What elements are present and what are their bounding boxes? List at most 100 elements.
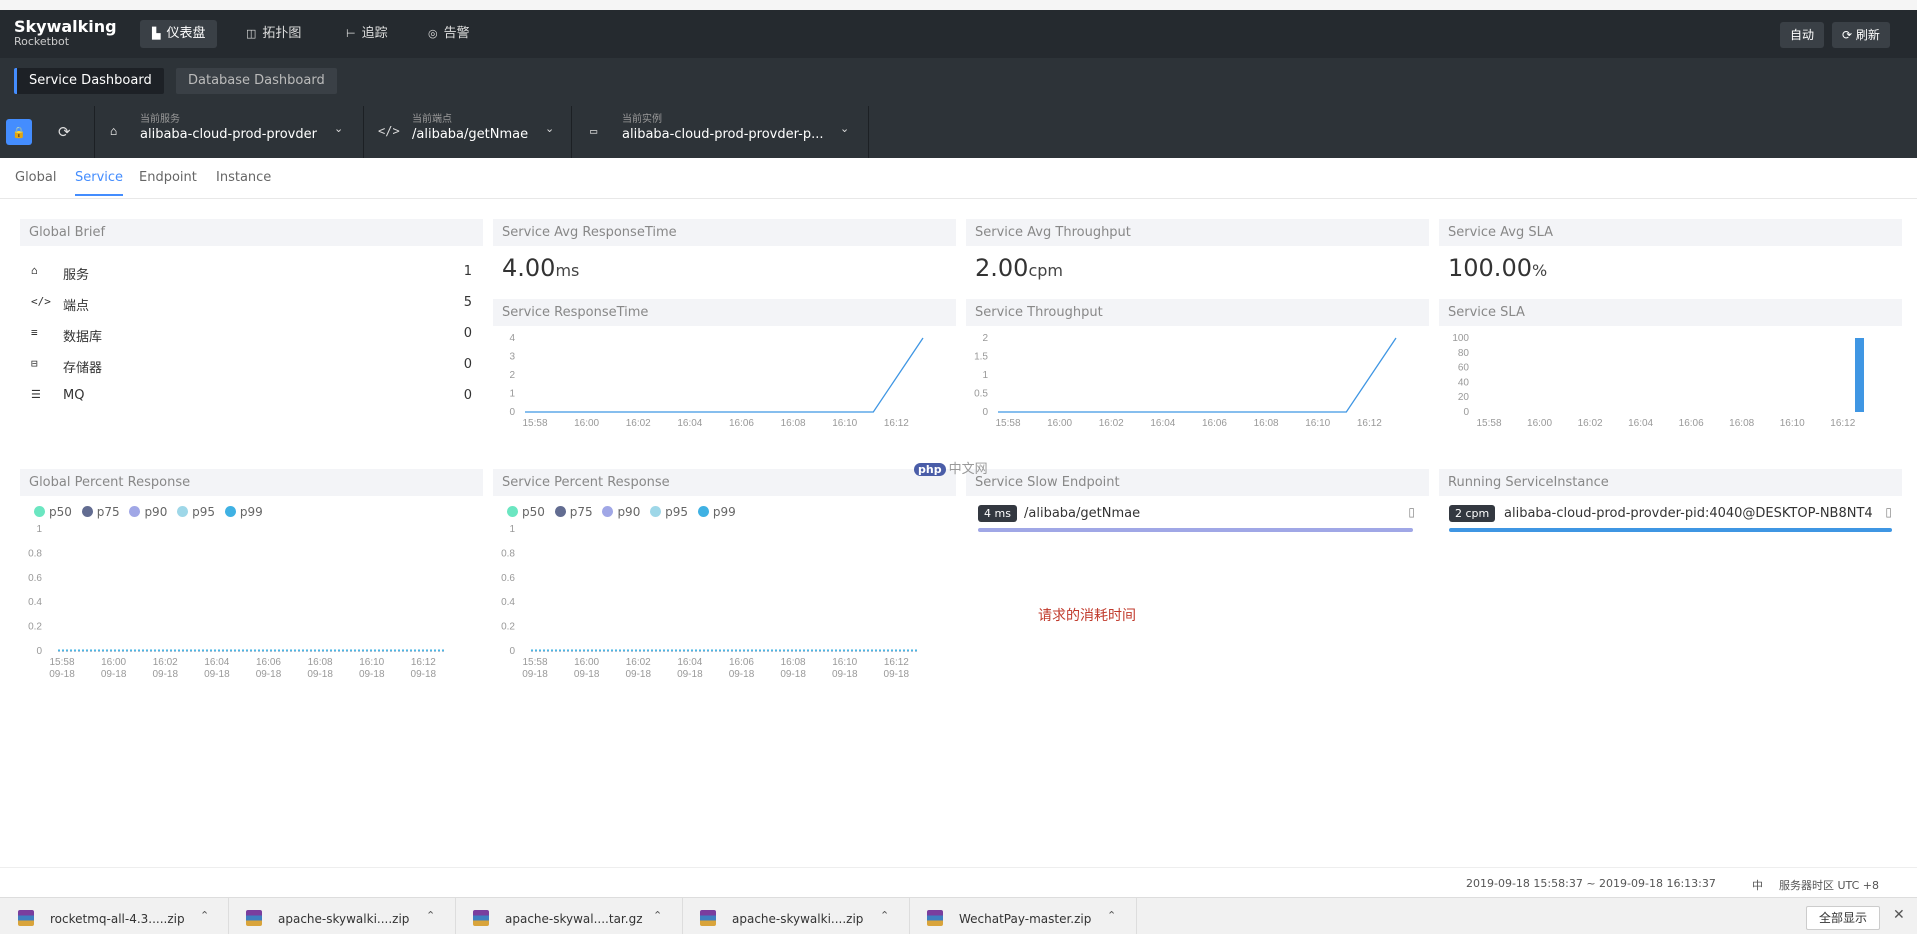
global-brief-card: Global Brief ⌂ 服务 1 </> 端点 5 ≡ 数据库 0 ⊟ 存…: [20, 219, 483, 419]
chevron-down-icon[interactable]: ⌄: [334, 122, 343, 135]
legend-dot: [602, 506, 614, 517]
avg-number: 4.00: [502, 254, 556, 282]
y-tick-label: 20: [1458, 392, 1470, 403]
legend-label: p99: [712, 505, 736, 519]
avg-value: 4.00ms: [493, 246, 956, 282]
logo[interactable]: Skywalking Rocketbot: [14, 19, 117, 49]
download-item[interactable]: apache-skywal....tar.gz ⌃: [455, 898, 683, 934]
show-all-button[interactable]: 全部显示: [1806, 906, 1881, 930]
legend-item[interactable]: p99: [697, 505, 736, 519]
chevron-up-icon[interactable]: ⌃: [426, 909, 435, 922]
brief-label: MQ: [63, 388, 85, 403]
download-item[interactable]: apache-skywalki....zip ⌃: [682, 898, 910, 934]
legend-item[interactable]: p75: [81, 505, 120, 519]
card-title: Service Throughput: [966, 299, 1429, 326]
service-selector-label: 当前服务: [140, 114, 180, 125]
x-tick-time: 16:08: [308, 657, 333, 668]
x-tick-time: 16:00: [101, 657, 126, 668]
card-title: Service Avg ResponseTime: [493, 219, 956, 246]
reload-icon[interactable]: ⟳: [58, 119, 71, 145]
avg-value: 100.00%: [1439, 246, 1902, 282]
y-tick-label: 0: [509, 646, 515, 657]
x-tick-time: 16:06: [729, 418, 754, 429]
tab-global[interactable]: Global: [15, 170, 56, 194]
legend-item[interactable]: p90: [602, 505, 640, 519]
chevron-up-icon[interactable]: ⌃: [200, 909, 209, 922]
x-tick-time: 16:02: [153, 657, 178, 668]
nav-alarm[interactable]: ◎ 告警: [416, 20, 482, 48]
x-tick-time: 16:00: [1527, 418, 1552, 429]
avg-number: 100.00: [1448, 254, 1532, 282]
download-filename: apache-skywal....tar.gz: [505, 912, 643, 926]
alarm-icon: ◎: [428, 27, 438, 40]
endpoint-selector-value: /alibaba/getNmae: [412, 127, 529, 142]
legend-item[interactable]: p50: [34, 505, 72, 519]
y-tick-label: 0: [509, 407, 515, 418]
refresh-button[interactable]: ⟳ 刷新: [1832, 22, 1890, 48]
card-title: Service Avg Throughput: [966, 219, 1429, 246]
latency-badge: 4 ms: [978, 505, 1017, 522]
service-selector[interactable]: 当前服务 alibaba-cloud-prod-provder: [140, 114, 317, 144]
nav-topology[interactable]: ◫ 拓扑图: [234, 20, 313, 48]
language-toggle[interactable]: 中: [1752, 877, 1763, 893]
legend-dot: [129, 506, 141, 517]
endpoint-selector[interactable]: 当前端点 /alibaba/getNmae: [412, 114, 528, 144]
y-tick-label: 0.2: [501, 622, 515, 633]
instance-selector[interactable]: 当前实例 alibaba-cloud-prod-provder-p...: [622, 114, 823, 144]
chevron-up-icon[interactable]: ⌃: [653, 909, 662, 922]
time-range[interactable]: 2019-09-18 15:58:37 ~ 2019-09-18 16:13:3…: [1466, 877, 1716, 890]
nav-trace[interactable]: ⊢ 追踪: [334, 20, 400, 48]
y-tick-label: 0.6: [28, 573, 42, 584]
tab-instance[interactable]: Instance: [216, 170, 271, 194]
copy-icon[interactable]: ▯: [1408, 505, 1415, 519]
instance-selector-label: 当前实例: [622, 114, 662, 125]
chevron-up-icon[interactable]: ⌃: [880, 909, 889, 922]
x-tick-time: 16:10: [832, 657, 857, 668]
tab-service-dashboard[interactable]: Service Dashboard: [14, 68, 164, 94]
copy-icon[interactable]: ▯: [1885, 505, 1892, 519]
y-tick-label: 60: [1458, 363, 1470, 374]
instance-item[interactable]: 2 cpm alibaba-cloud-prod-provder-pid:404…: [1449, 505, 1892, 535]
top-bar: Skywalking Rocketbot ▙ 仪表盘 ◫ 拓扑图 ⊢ 追踪 ◎ 告警 自…: [0, 10, 1917, 58]
tab-endpoint[interactable]: Endpoint: [139, 170, 197, 194]
download-item[interactable]: WechatPay-master.zip ⌃: [909, 898, 1137, 934]
tab-service[interactable]: Service: [75, 170, 124, 196]
throughput-badge: 2 cpm: [1449, 505, 1496, 522]
legend-item[interactable]: p50: [507, 505, 545, 519]
legend-item[interactable]: p75: [554, 505, 593, 519]
series-line: [998, 337, 1397, 413]
lock-icon: 🔒: [12, 126, 26, 139]
endpoint-selector-label: 当前端点: [412, 114, 452, 125]
download-item[interactable]: rocketmq-all-4.3.....zip ⌃: [0, 898, 229, 934]
brief-row-databases: ≡ 数据库 0: [31, 326, 472, 346]
brief-value: 0: [463, 357, 472, 372]
sub-tabs: Global Service Endpoint Instance: [0, 158, 1917, 199]
nav-dashboard[interactable]: ▙ 仪表盘: [140, 20, 218, 48]
slow-endpoint-card: Service Slow Endpoint 4 ms /alibaba/getN…: [966, 469, 1429, 549]
service-percent-response-card: Service Percent Response p50 p75 p90 p95…: [493, 469, 956, 709]
legend-item[interactable]: p95: [177, 505, 215, 519]
x-tick-date: 09-18: [256, 669, 282, 680]
card-title: Global Percent Response: [20, 469, 483, 496]
x-tick-time: 16:04: [677, 418, 702, 429]
x-tick-time: 16:04: [204, 657, 229, 668]
refresh-icon: ⟳: [1842, 28, 1853, 42]
auto-button[interactable]: 自动: [1780, 22, 1825, 48]
throughput-chart-card: Service Throughput 00.511.5215:5809-1816…: [966, 299, 1429, 441]
legend-item[interactable]: p95: [650, 505, 688, 519]
tab-database-dashboard[interactable]: Database Dashboard: [176, 68, 337, 94]
chevron-up-icon[interactable]: ⌃: [1107, 909, 1116, 922]
legend-item[interactable]: p90: [129, 505, 167, 519]
y-tick-label: 0.2: [28, 622, 42, 633]
download-item[interactable]: apache-skywalki....zip ⌃: [228, 898, 456, 934]
avg-unit: cpm: [1028, 261, 1063, 280]
responsetime-chart: 0123415:5809-1816:0009-1816:0209-1816:04…: [509, 333, 924, 441]
chevron-down-icon[interactable]: ⌄: [840, 122, 849, 135]
y-tick-label: 0.4: [28, 597, 42, 608]
legend-item[interactable]: p99: [224, 505, 263, 519]
close-icon[interactable]: ✕: [1893, 907, 1905, 923]
slow-endpoint-item[interactable]: 4 ms /alibaba/getNmae ▯: [978, 505, 1419, 535]
x-tick-time: 16:00: [574, 657, 599, 668]
chevron-down-icon[interactable]: ⌄: [545, 122, 554, 135]
lock-button[interactable]: 🔒: [6, 119, 32, 145]
